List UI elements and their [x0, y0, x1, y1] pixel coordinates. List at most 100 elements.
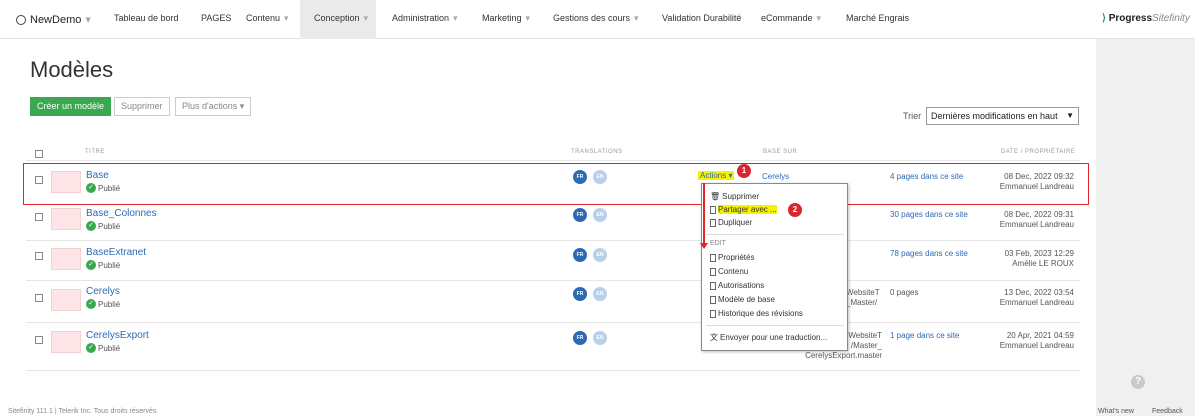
- right-side-panel: [1096, 39, 1195, 416]
- based-on-path: WebsiteT _Master/: [846, 288, 880, 307]
- nav-item-administration[interactable]: Administration ▾: [392, 13, 458, 24]
- more-actions-button[interactable]: Plus d'actions ▾: [175, 97, 252, 116]
- nav-item-sustainability[interactable]: Validation Durabilité: [662, 13, 741, 23]
- divider: [26, 280, 1080, 281]
- create-template-button[interactable]: Créer un modèle: [30, 97, 112, 116]
- template-title-link[interactable]: BaseExtranet: [86, 247, 146, 258]
- template-title-link[interactable]: Base_Colonnes: [86, 208, 157, 219]
- menu-divider: [706, 325, 844, 326]
- document-icon: [710, 295, 716, 304]
- document-icon: [710, 309, 716, 318]
- check-circle-icon: ✓: [86, 221, 96, 231]
- chevron-down-icon: ▾: [728, 171, 733, 180]
- check-circle-icon: ✓: [86, 343, 96, 353]
- feedback-link[interactable]: Feedback: [1152, 408, 1183, 415]
- pages-count: 0 pages: [890, 288, 919, 297]
- row-checkbox[interactable]: [35, 252, 43, 260]
- divider: [26, 370, 1080, 371]
- row-checkbox[interactable]: [35, 213, 43, 221]
- actions-menu: 🗑 Supprimer Partager avec ... Dupliquer E…: [701, 183, 848, 351]
- template-title-link[interactable]: Cerelys: [86, 286, 120, 297]
- status-badge: ✓ Publié: [86, 221, 120, 231]
- select-all-checkbox[interactable]: [35, 150, 43, 158]
- date-owner: 13 Dec, 2022 03:54 Emmanuel Landreau: [999, 288, 1074, 307]
- trash-icon: 🗑: [710, 192, 721, 201]
- progress-logo-icon: ⟩: [1102, 13, 1106, 24]
- nav-item-courses[interactable]: Gestions des cours ▾: [553, 13, 639, 24]
- language-en-badge[interactable]: EN: [593, 287, 607, 301]
- menu-item-revision-history[interactable]: Historique des révisions: [710, 309, 803, 318]
- column-header-title[interactable]: TITRE: [85, 149, 105, 155]
- chevron-down-icon: ▼: [1066, 111, 1074, 120]
- row-checkbox[interactable]: [35, 336, 43, 344]
- footer-copyright: Sitefinity 111.1 | Telerik Inc. Tous dro…: [8, 408, 157, 415]
- nav-item-marketing[interactable]: Marketing ▾: [482, 13, 530, 24]
- annotation-badge-2: 2: [788, 203, 802, 217]
- nav-item-fertilizer-market[interactable]: Marché Engrais: [846, 13, 909, 23]
- help-icon[interactable]: ?: [1131, 375, 1145, 389]
- date-owner: 08 Dec, 2022 09:31 Emmanuel Landreau: [999, 210, 1074, 229]
- nav-item-ecommande[interactable]: eCommande ▾: [761, 13, 821, 24]
- pages-count-link[interactable]: 30 pages dans ce site: [890, 210, 968, 219]
- annotation-arrow-line: [703, 183, 705, 245]
- sitefinity-logo: ⟩ ProgressSitefinity: [1102, 13, 1190, 24]
- language-fr-badge[interactable]: FR: [573, 287, 587, 301]
- pages-count-link[interactable]: 1 page dans ce site: [890, 331, 959, 340]
- column-header-date-owner[interactable]: DATE / PROPRIÉTAIRE: [1001, 149, 1075, 155]
- sort-label: Trier: [903, 111, 922, 121]
- status-badge: ✓ Publié: [86, 343, 120, 353]
- nav-item-content[interactable]: Contenu ▾: [246, 13, 289, 24]
- site-name: NewDemo: [30, 13, 82, 26]
- template-thumbnail: [51, 208, 81, 230]
- menu-item-content[interactable]: Contenu: [710, 267, 748, 276]
- nav-item-dashboard[interactable]: Tableau de bord: [114, 13, 179, 23]
- menu-section-edit: EDIT: [710, 240, 726, 247]
- check-circle-icon: ✓: [86, 299, 96, 309]
- delete-button[interactable]: Supprimer: [114, 97, 170, 116]
- annotation-badge-1: 1: [737, 164, 751, 178]
- menu-divider: [706, 234, 844, 235]
- date-owner: 03 Feb, 2023 12:29 Amélie LE ROUX: [1004, 249, 1074, 268]
- menu-item-delete[interactable]: 🗑 Supprimer: [710, 192, 759, 201]
- document-icon: [710, 267, 716, 276]
- column-header-translations: TRANSLATIONS: [571, 149, 623, 155]
- template-thumbnail: [51, 331, 81, 353]
- page-title: Modèles: [30, 57, 114, 82]
- whats-new-link[interactable]: What's new: [1098, 408, 1134, 415]
- globe-icon: [16, 14, 26, 25]
- chevron-down-icon: ▾: [85, 14, 91, 26]
- document-icon: [710, 218, 716, 227]
- translate-icon: 文: [710, 333, 718, 342]
- menu-item-properties[interactable]: Propriétés: [710, 253, 754, 262]
- menu-item-send-translation[interactable]: 文 Envoyer pour une traduction...: [710, 332, 827, 343]
- column-header-based-on: BASE SUR: [763, 149, 798, 155]
- document-icon: [710, 205, 716, 214]
- annotation-arrow-head: [700, 243, 708, 249]
- top-navigation-bar: NewDemo ▾ Tableau de bord PAGES Contenu ▾…: [0, 0, 1195, 39]
- row-checkbox[interactable]: [35, 294, 43, 302]
- site-selector[interactable]: NewDemo ▾: [16, 13, 91, 26]
- language-en-badge[interactable]: EN: [593, 208, 607, 222]
- template-title-link[interactable]: CerelysExport: [86, 330, 149, 341]
- menu-item-share[interactable]: Partager avec ...: [710, 205, 777, 214]
- annotation-highlight-box: [23, 163, 1089, 205]
- menu-item-duplicate[interactable]: Dupliquer: [710, 218, 752, 227]
- document-icon: [710, 281, 716, 290]
- menu-item-permissions[interactable]: Autorisations: [710, 281, 764, 290]
- language-en-badge[interactable]: EN: [593, 248, 607, 262]
- pages-count-link[interactable]: 78 pages dans ce site: [890, 249, 968, 258]
- language-fr-badge[interactable]: FR: [573, 208, 587, 222]
- sort-dropdown[interactable]: Dernières modifications en haut ▼: [926, 107, 1079, 125]
- nav-item-pages[interactable]: PAGES: [201, 13, 231, 23]
- actions-dropdown-trigger[interactable]: Actions ▾: [698, 171, 735, 180]
- divider: [26, 322, 1080, 323]
- chevron-down-icon: ▾: [239, 101, 245, 111]
- template-thumbnail: [51, 248, 81, 270]
- divider: [26, 160, 1080, 161]
- status-badge: ✓ Publié: [86, 299, 120, 309]
- nav-item-design[interactable]: Conception ▾: [314, 13, 368, 24]
- language-fr-badge[interactable]: FR: [573, 248, 587, 262]
- menu-item-base-template[interactable]: Modèle de base: [710, 295, 775, 304]
- language-en-badge[interactable]: EN: [593, 331, 607, 345]
- language-fr-badge[interactable]: FR: [573, 331, 587, 345]
